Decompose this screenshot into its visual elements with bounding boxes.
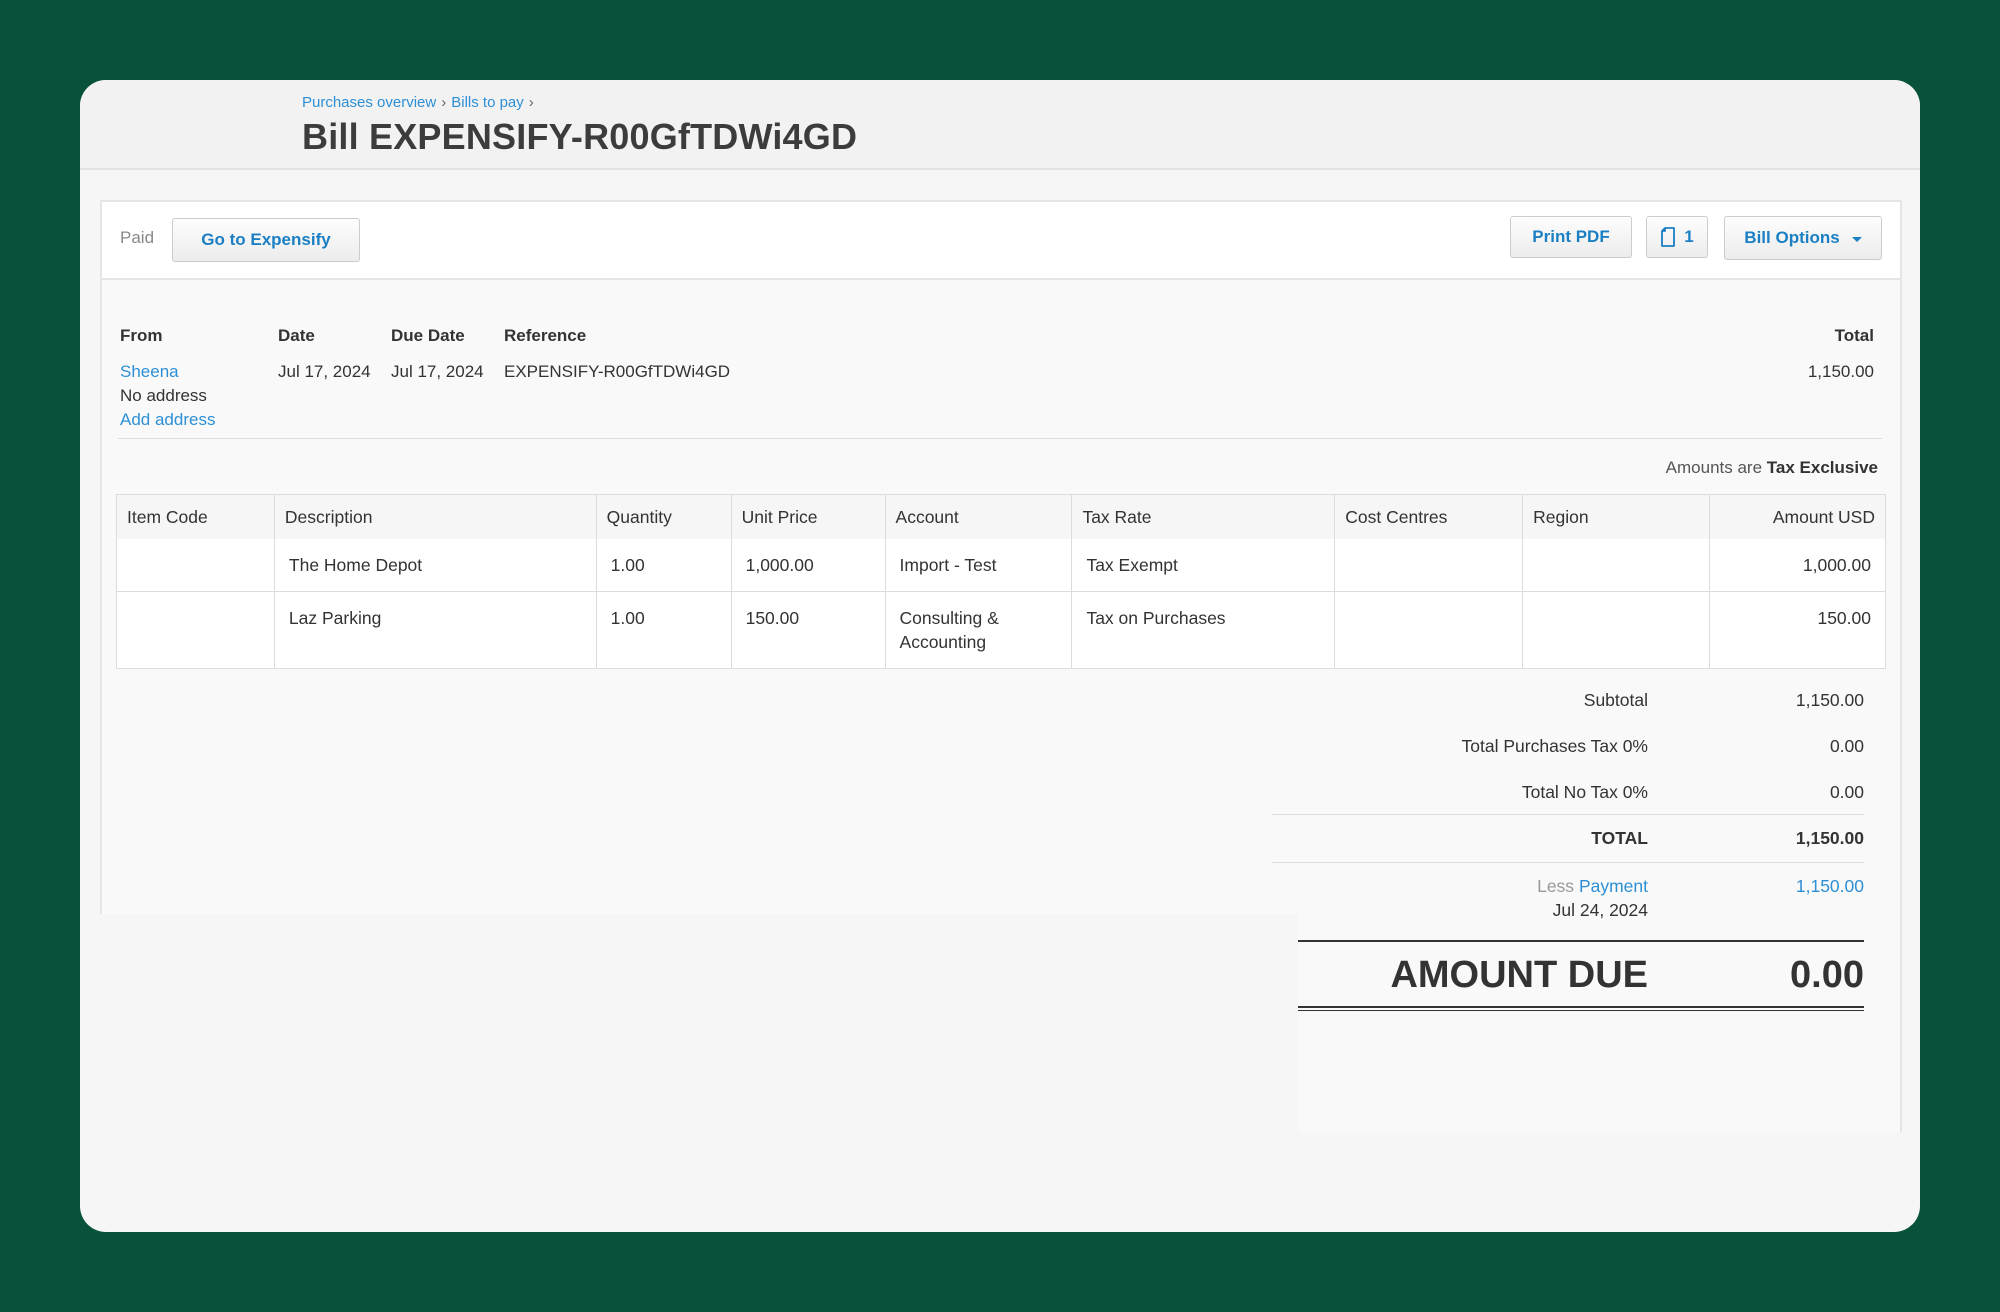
due-date-label: Due Date xyxy=(391,326,465,345)
document-icon xyxy=(1661,227,1676,247)
breadcrumb-purchases-overview[interactable]: Purchases overview xyxy=(302,94,436,111)
amount-due-top-rule xyxy=(1272,940,1864,942)
column-header: Region xyxy=(1522,494,1711,539)
payment-date: Jul 24, 2024 xyxy=(1552,900,1648,920)
bill-due-date: Jul 17, 2024 xyxy=(391,362,484,381)
purchases-tax-label: Total Purchases Tax 0% xyxy=(1461,736,1648,756)
cost-centres-cell xyxy=(1334,591,1524,669)
print-pdf-button[interactable]: Print PDF xyxy=(1510,216,1632,258)
page-title: Bill EXPENSIFY-R00GfTDWi4GD xyxy=(302,116,858,157)
column-header: Item Code xyxy=(116,494,275,539)
region-cell xyxy=(1522,539,1711,592)
bill-options-label: Bill Options xyxy=(1744,228,1840,247)
details-divider xyxy=(118,438,1882,439)
line-items-table: Item Code Description Quantity Unit Pric… xyxy=(116,494,1886,669)
table-row[interactable]: Laz Parking 1.00 150.00 Consulting & Acc… xyxy=(116,591,1886,669)
supplier-link[interactable]: Sheena xyxy=(120,362,179,382)
attachments-button[interactable]: 1 xyxy=(1646,216,1708,258)
column-header: Unit Price xyxy=(730,494,886,539)
total-row-value: 1,150.00 xyxy=(1795,828,1864,848)
tax-mode-note: Amounts are Tax Exclusive xyxy=(1666,458,1878,478)
table-header-row: Item Code Description Quantity Unit Pric… xyxy=(116,494,1886,539)
account-cell: Import - Test xyxy=(884,539,1073,592)
add-address-link[interactable]: Add address xyxy=(120,410,215,430)
date-label: Date xyxy=(278,326,315,345)
breadcrumb-bills-to-pay[interactable]: Bills to pay xyxy=(451,94,524,111)
item-code-cell xyxy=(116,539,275,592)
column-header: Tax Rate xyxy=(1071,494,1336,539)
no-tax-value: 0.00 xyxy=(1829,782,1864,802)
bill-total: 1,150.00 xyxy=(1807,362,1874,381)
bill-reference: EXPENSIFY-R00GfTDWi4GD xyxy=(504,362,731,381)
caret-down-icon xyxy=(1851,236,1862,242)
amount-due-bottom-rule xyxy=(1272,1010,1864,1011)
table-row[interactable]: The Home Depot 1.00 1,000.00 Import - Te… xyxy=(116,539,1886,592)
less-text: Less xyxy=(1537,876,1575,896)
tax-rate-cell: Tax on Purchases xyxy=(1071,591,1336,669)
breadcrumb: Purchases overview › Bills to pay › xyxy=(302,94,539,111)
bill-options-button[interactable]: Bill Options xyxy=(1724,216,1882,260)
subtotal-value: 1,150.00 xyxy=(1795,690,1864,710)
amount-due-bottom-rule xyxy=(1272,1006,1864,1008)
print-pdf-label: Print PDF xyxy=(1532,227,1610,246)
panel-cutout xyxy=(98,914,1298,1144)
amount-cell: 150.00 xyxy=(1709,591,1886,669)
amount-due-value: 0.00 xyxy=(1790,954,1864,996)
bill-toolbar: Paid Go to Expensify Print PDF 1 Bill Op… xyxy=(102,202,1900,280)
description-cell: The Home Depot xyxy=(273,539,597,592)
bill-date: Jul 17, 2024 xyxy=(278,362,371,381)
go-to-expensify-label: Go to Expensify xyxy=(201,230,331,249)
column-header: Cost Centres xyxy=(1334,494,1524,539)
column-header: Description xyxy=(273,494,597,539)
column-header: Amount USD xyxy=(1709,494,1886,539)
quantity-cell: 1.00 xyxy=(595,591,732,669)
column-header: Account xyxy=(884,494,1073,539)
totals-divider xyxy=(1272,862,1864,863)
unit-price-cell: 1,000.00 xyxy=(730,539,886,592)
payment-amount-link[interactable]: 1,150.00 xyxy=(1796,876,1864,897)
no-address-text: No address xyxy=(120,386,207,405)
reference-label: Reference xyxy=(504,326,587,345)
bill-card: Purchases overview › Bills to pay › Bill EX… xyxy=(80,80,1920,1232)
payment-link[interactable]: Payment xyxy=(1579,876,1648,896)
purchases-tax-value: 0.00 xyxy=(1829,736,1864,756)
page-header: Purchases overview › Bills to pay › Bill EX… xyxy=(80,80,1920,170)
quantity-cell: 1.00 xyxy=(595,539,732,592)
item-code-cell xyxy=(116,591,275,669)
totals-divider xyxy=(1272,814,1864,815)
unit-price-cell: 150.00 xyxy=(730,591,886,669)
from-label: From xyxy=(120,326,163,345)
tax-mode-prefix: Amounts are xyxy=(1665,458,1763,477)
amount-due-label: AMOUNT DUE xyxy=(1390,954,1648,996)
subtotal-label: Subtotal xyxy=(1583,690,1648,710)
payment-label: Less Payment xyxy=(1537,876,1648,897)
description-cell: Laz Parking xyxy=(273,591,597,669)
breadcrumb-separator: › xyxy=(528,94,534,111)
amount-cell: 1,000.00 xyxy=(1709,539,1886,592)
attachments-count: 1 xyxy=(1684,227,1694,246)
cost-centres-cell xyxy=(1334,539,1524,592)
go-to-expensify-button[interactable]: Go to Expensify xyxy=(172,218,360,262)
tax-mode-value[interactable]: Tax Exclusive xyxy=(1767,458,1878,477)
breadcrumb-separator: › xyxy=(441,94,447,111)
tax-rate-cell: Tax Exempt xyxy=(1071,539,1336,592)
region-cell xyxy=(1522,591,1711,669)
no-tax-label: Total No Tax 0% xyxy=(1521,782,1648,802)
column-header: Quantity xyxy=(595,494,732,539)
status-badge: Paid xyxy=(120,228,155,247)
account-cell: Consulting & Accounting xyxy=(884,591,1073,669)
total-row-label: TOTAL xyxy=(1591,828,1648,848)
total-label: Total xyxy=(1834,326,1874,345)
